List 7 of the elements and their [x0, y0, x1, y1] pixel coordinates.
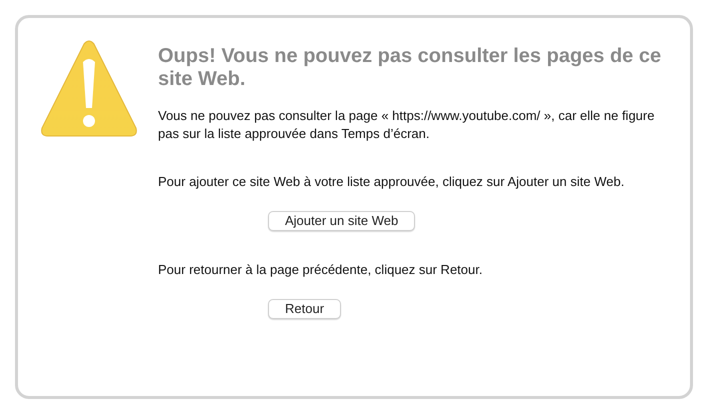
error-title: Oups! Vous ne pouvez pas consulter les pages de ce site Web. — [158, 45, 662, 91]
action-button[interactable]: Ajouter un site Web — [268, 211, 416, 231]
action-button[interactable]: Retour — [268, 299, 342, 319]
message-text: Vous ne pouvez pas consulter la page « https://www.youtube.com/ », car elle ne figure pas sur la liste approuvée dans Temps d’écran. — [158, 107, 656, 143]
message-text: Pour retourner à la page précédente, cliquez sur Retour. — [158, 261, 484, 279]
warning-icon — [40, 40, 138, 138]
message-text: Pour ajouter ce site Web à votre liste approuvée, cliquez sur Ajouter un site Web. — [158, 173, 626, 191]
